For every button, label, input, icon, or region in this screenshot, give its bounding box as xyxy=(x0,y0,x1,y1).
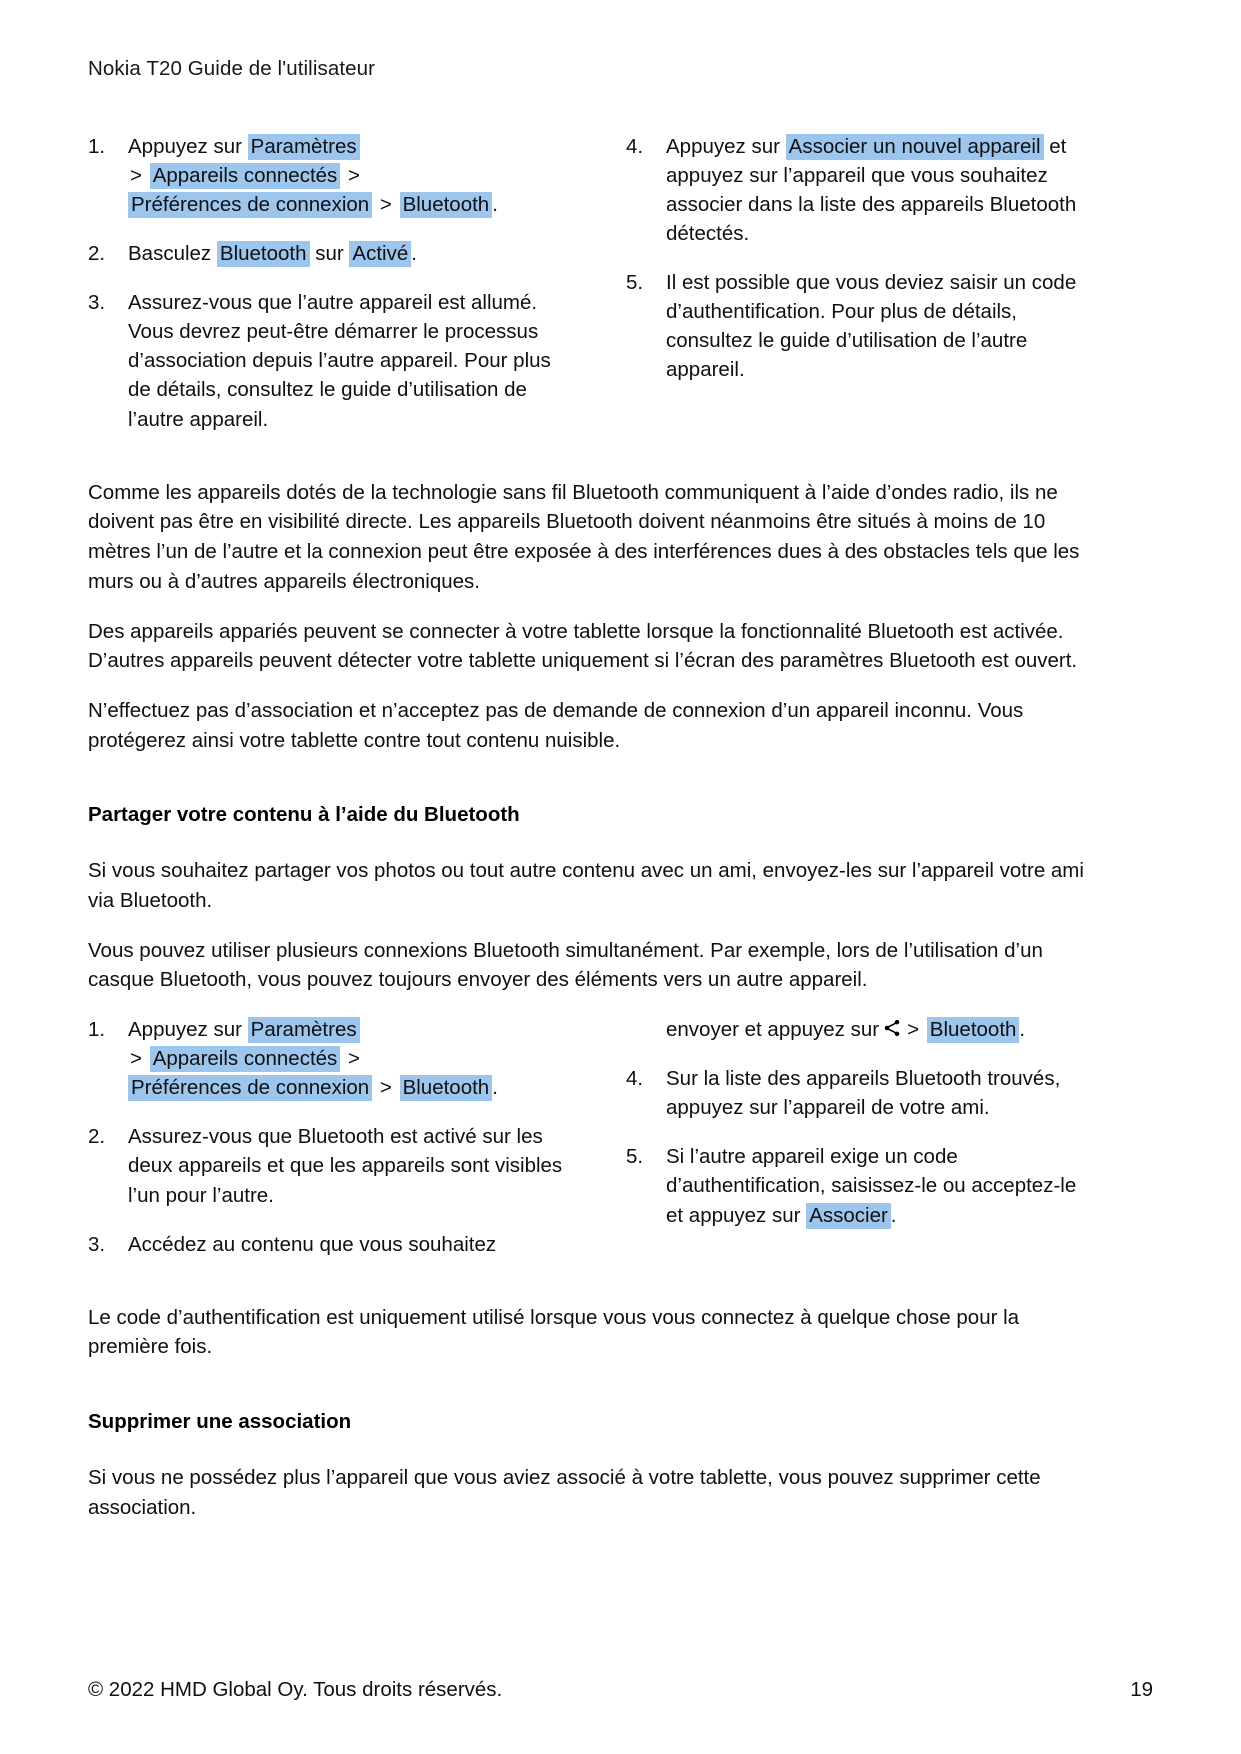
paragraph-remove-pairing: Si vous ne possédez plus l’appareil que … xyxy=(88,1465,1041,1519)
paragraph-bluetooth-radio: Comme les appareils dotés de la technolo… xyxy=(88,480,1080,593)
pairing-steps-columns: 1. Appuyez sur Paramètres > Appareils co… xyxy=(88,132,1153,434)
path-separator: > xyxy=(348,163,360,187)
list-item: 5. Il est possible que vous deviez saisi… xyxy=(626,268,1096,384)
pairing-steps-left-column: 1. Appuyez sur Paramètres > Appareils co… xyxy=(88,132,578,434)
sentence-period: . xyxy=(890,1203,897,1227)
share-steps-right-column: envoyer et appuyez sur > Bluetooth. 4. Su… xyxy=(626,1015,1096,1230)
ui-path-connection-preferences[interactable]: Préférences de connexion xyxy=(128,191,373,218)
document-page: Nokia T20 Guide de l'utilisateur 1. Appu… xyxy=(0,0,1241,1754)
list-item-number: 4. xyxy=(626,134,644,158)
paragraph-security-warning: N’effectuez pas d’association et n’accep… xyxy=(88,698,1024,752)
list-item: 2. Basculez Bluetooth sur Activé. xyxy=(88,239,578,268)
list-item-body: Appuyez sur Paramètres > Appareils conne… xyxy=(128,1015,578,1102)
list-item-number: 5. xyxy=(626,271,644,295)
share-steps-list-right: 4. Sur la liste des appareils Bluetooth … xyxy=(626,1064,1096,1230)
section-heading-remove-pairing: Supprimer une association xyxy=(88,1410,352,1434)
list-item-number: 3. xyxy=(88,291,106,315)
step-lead-text: Appuyez sur xyxy=(666,134,780,158)
paragraph-paired-devices: Des appareils appariés peuvent se connec… xyxy=(88,619,1078,673)
sentence-period: . xyxy=(411,242,417,266)
pairing-steps-list-left: 1. Appuyez sur Paramètres > Appareils co… xyxy=(88,132,578,434)
ui-button-pair-new-device[interactable]: Associer un nouvel appareil xyxy=(785,133,1044,160)
path-separator: > xyxy=(379,192,392,216)
list-item: 1. Appuyez sur Paramètres > Appareils co… xyxy=(88,1015,578,1102)
paragraph-share-intro-2: Vous pouvez utiliser plusieurs connexion… xyxy=(88,938,1043,992)
ui-path-connected-devices[interactable]: Appareils connectés xyxy=(149,1046,341,1073)
list-item-body: Basculez Bluetooth sur Activé. xyxy=(128,239,578,268)
list-item: 3. Accédez au contenu que vous souhaitez xyxy=(88,1230,578,1259)
page-footer: © 2022 HMD Global Oy. Tous droits réserv… xyxy=(88,1678,1153,1702)
ui-value-on[interactable]: Activé xyxy=(349,241,412,268)
share-step3-continuation: envoyer et appuyez sur > Bluetooth. xyxy=(626,1015,1096,1044)
list-item-number: 1. xyxy=(88,134,106,158)
list-item-number: 3. xyxy=(88,1232,106,1256)
copyright-text: © 2022 HMD Global Oy. Tous droits réserv… xyxy=(88,1678,503,1701)
page-number: 19 xyxy=(1130,1678,1153,1701)
share-steps-left-column: 1. Appuyez sur Paramètres > Appareils co… xyxy=(88,1015,578,1259)
list-item-number: 2. xyxy=(88,242,106,266)
paragraph-share-intro-1: Si vous souhaitez partager vos photos ou… xyxy=(88,859,1084,912)
sentence-period: . xyxy=(492,1076,498,1100)
ui-path-settings[interactable]: Paramètres xyxy=(247,133,360,160)
ui-path-connection-preferences[interactable]: Préférences de connexion xyxy=(128,1075,373,1102)
list-item: 4. Appuyez sur Associer un nouvel appare… xyxy=(626,132,1096,248)
list-item: 2. Assurez-vous que Bluetooth est activé… xyxy=(88,1122,578,1209)
list-item-number: 4. xyxy=(626,1067,644,1091)
step-lead-text: Basculez xyxy=(128,242,212,266)
share-icon[interactable] xyxy=(882,1018,902,1038)
path-separator: > xyxy=(907,1017,920,1041)
ui-path-connected-devices[interactable]: Appareils connectés xyxy=(149,162,341,189)
list-item-body: Accédez au contenu que vous souhaitez xyxy=(128,1232,497,1256)
list-item-number: 1. xyxy=(88,1017,106,1041)
sentence-period: . xyxy=(1019,1017,1026,1041)
share-steps-columns: 1. Appuyez sur Paramètres > Appareils co… xyxy=(88,1015,1153,1259)
list-item-number: 2. xyxy=(88,1125,106,1149)
list-item: 3. Assurez-vous que l’autre appareil est… xyxy=(88,288,578,434)
list-item-number: 5. xyxy=(626,1145,644,1169)
path-separator: > xyxy=(348,1047,360,1071)
ui-path-bluetooth[interactable]: Bluetooth xyxy=(926,1016,1020,1043)
list-item-body: Appuyez sur Associer un nouvel appareil … xyxy=(666,132,1096,248)
list-item: 5. Si l’autre appareil exige un code d’a… xyxy=(626,1142,1096,1229)
ui-toggle-bluetooth[interactable]: Bluetooth xyxy=(216,241,310,268)
path-separator: > xyxy=(379,1076,392,1100)
sentence-period: . xyxy=(492,192,498,216)
list-item: 1. Appuyez sur Paramètres > Appareils co… xyxy=(88,132,578,219)
ui-path-bluetooth[interactable]: Bluetooth xyxy=(399,191,493,218)
path-separator: > xyxy=(130,1047,142,1071)
list-item-body: Il est possible que vous deviez saisir u… xyxy=(666,271,1077,382)
paragraph-auth-code-note: Le code d’authentification est uniquemen… xyxy=(88,1305,1020,1359)
list-item-body: Assurez-vous que l’autre appareil est al… xyxy=(128,291,551,431)
ui-path-settings[interactable]: Paramètres xyxy=(247,1016,360,1043)
section-heading-share-content: Partager votre contenu à l’aide du Bluet… xyxy=(88,803,520,827)
ui-button-pair[interactable]: Associer xyxy=(806,1202,891,1229)
continuation-lead-text: envoyer et appuyez sur xyxy=(666,1017,880,1041)
step-mid-text: sur xyxy=(315,242,344,266)
step-lead-text: Appuyez sur xyxy=(128,1017,242,1041)
pairing-steps-right-column: 4. Appuyez sur Associer un nouvel appare… xyxy=(626,132,1096,385)
path-separator: > xyxy=(130,163,142,187)
ui-path-bluetooth[interactable]: Bluetooth xyxy=(399,1075,493,1102)
share-steps-list-left: 1. Appuyez sur Paramètres > Appareils co… xyxy=(88,1015,578,1259)
list-item: 4. Sur la liste des appareils Bluetooth … xyxy=(626,1064,1096,1122)
list-item-body: Appuyez sur Paramètres > Appareils conne… xyxy=(128,132,578,219)
list-item-body: Sur la liste des appareils Bluetooth tro… xyxy=(666,1067,1061,1120)
list-item-body: Si l’autre appareil exige un code d’auth… xyxy=(666,1142,1096,1229)
list-item-body: Assurez-vous que Bluetooth est activé su… xyxy=(128,1125,563,1207)
page-header-title: Nokia T20 Guide de l'utilisateur xyxy=(88,57,376,80)
pairing-steps-list-right: 4. Appuyez sur Associer un nouvel appare… xyxy=(626,132,1096,385)
step-lead-text: Appuyez sur xyxy=(128,134,242,158)
